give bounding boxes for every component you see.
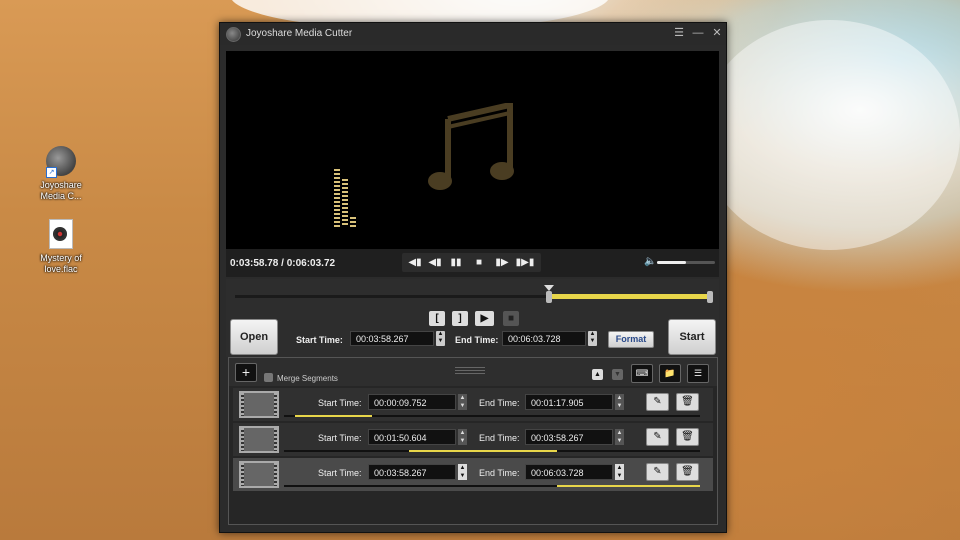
playback-bar: 0:03:58.78 / 0:06:03.72 ◀▮ ◀▮ ▮▮ ■ ▮▶ ▮▶… [226, 249, 719, 277]
app-logo-icon [226, 27, 241, 42]
app-window: Joyoshare Media Cutter ☰ — ✕ 0:03:58.78 … [219, 22, 727, 533]
selection-end-handle[interactable] [707, 291, 713, 303]
video-preview[interactable] [226, 51, 719, 249]
segment-start-input[interactable]: 00:03:58.267 [368, 464, 456, 480]
open-button[interactable]: Open [230, 319, 278, 355]
segment-thumbnail [239, 426, 279, 453]
delete-segment-icon[interactable]: 🗑 [676, 393, 699, 411]
pause-button[interactable]: ▮▮ [448, 255, 464, 270]
panel-grip-icon[interactable] [455, 367, 485, 376]
segment-start-spinner[interactable]: ▲ ▼ [458, 394, 467, 410]
format-button[interactable]: Format [608, 331, 654, 348]
segment-end-label: End Time: [479, 398, 520, 408]
segment-end-spinner[interactable]: ▲ ▼ [615, 464, 624, 480]
mark-out-button[interactable]: ] [452, 311, 468, 326]
start-time-input[interactable]: 00:03:58.267 [350, 331, 434, 346]
edit-segment-icon[interactable]: ✎ [646, 428, 669, 446]
subtitle-icon[interactable]: ⌨ [631, 364, 653, 383]
app-icon: ↗ [46, 146, 76, 178]
segment-start-label: Start Time: [318, 468, 362, 478]
prev-frame-button[interactable]: ◀▮ [407, 255, 423, 270]
end-time-label: End Time: [455, 335, 499, 345]
start-time-label: Start Time: [296, 335, 343, 345]
segment-end-input[interactable]: 00:01:17.905 [525, 394, 613, 410]
segment-start-label: Start Time: [318, 433, 362, 443]
music-note-icon [428, 103, 514, 190]
desktop-icon-label: Mystery of [40, 253, 82, 263]
segment-end-spinner[interactable]: ▲ ▼ [615, 394, 624, 410]
delete-segment-icon[interactable]: 🗑 [676, 463, 699, 481]
segments-header: + Merge Segments ▲ ▼ ⌨ 📁 ☰ [229, 358, 717, 386]
segment-end-spinner[interactable]: ▲ ▼ [615, 429, 624, 445]
desktop-icon-joyoshare[interactable]: ↗ Joyoshare Media C... [31, 146, 91, 202]
segment-end-label: End Time: [479, 468, 520, 478]
segment-end-input[interactable]: 00:03:58.267 [525, 429, 613, 445]
mark-in-button[interactable]: [ [429, 311, 445, 326]
start-time-spinner[interactable]: ▲ ▼ [436, 331, 445, 346]
desktop-icon-label: Joyoshare [40, 180, 82, 190]
end-time-spinner[interactable]: ▲ ▼ [588, 331, 597, 346]
window-title: Joyoshare Media Cutter [246, 28, 353, 39]
stop-button[interactable]: ■ [471, 255, 487, 270]
segment-start-spinner[interactable]: ▲ ▼ [458, 464, 467, 480]
segment-row[interactable]: Start Time: 00:00:09.752 ▲ ▼ End Time: 00:01:… [233, 388, 713, 421]
segment-thumbnail [239, 391, 279, 418]
transport-controls: ◀▮ ◀▮ ▮▮ ■ ▮▶ ▮▶▮ [402, 253, 541, 272]
segments-panel: + Merge Segments ▲ ▼ ⌨ 📁 ☰ Start Time: 00… [228, 357, 718, 525]
segment-end-input[interactable]: 00:06:03.728 [525, 464, 613, 480]
segment-row[interactable]: Start Time: 00:03:58.267 ▲ ▼ End Time: 00:06:… [233, 458, 713, 491]
segment-start-input[interactable]: 00:00:09.752 [368, 394, 456, 410]
merge-segments-checkbox[interactable] [264, 373, 273, 382]
desktop-icon-label: Media C... [40, 191, 82, 201]
segment-range-bar [295, 415, 373, 417]
edit-segment-icon[interactable]: ✎ [646, 393, 669, 411]
cut-panel: [ ] ▶ ■ Open Start Start Time: 00:03:58.… [226, 279, 719, 357]
segment-range-bar [557, 485, 700, 487]
playback-timecode: 0:03:58.78 / 0:06:03.72 [230, 258, 336, 269]
selection-start-handle[interactable] [546, 291, 553, 303]
move-up-icon[interactable]: ▲ [592, 369, 603, 380]
segment-end-label: End Time: [479, 433, 520, 443]
play-segment-button[interactable]: ▶ [475, 311, 494, 326]
close-button[interactable]: ✕ [710, 26, 724, 40]
end-time-input[interactable]: 00:06:03.728 [502, 331, 586, 346]
desktop-icon-music-file[interactable]: Mystery of love.flac [31, 219, 91, 275]
disc-icon [53, 227, 67, 241]
segment-range-bar [409, 450, 558, 452]
music-file-icon [49, 219, 73, 249]
segment-thumbnail [239, 461, 279, 488]
minimize-button[interactable]: — [691, 26, 705, 40]
add-segment-button[interactable]: + [235, 363, 257, 382]
stop-segment-button[interactable]: ■ [503, 311, 519, 326]
volume-level [657, 261, 686, 264]
segment-start-spinner[interactable]: ▲ ▼ [458, 429, 467, 445]
shortcut-arrow-icon: ↗ [46, 167, 57, 178]
wave-foam [700, 20, 960, 250]
segment-start-input[interactable]: 00:01:50.604 [368, 429, 456, 445]
edit-segment-icon[interactable]: ✎ [646, 463, 669, 481]
merge-segments-label: Merge Segments [277, 374, 338, 383]
menu-button[interactable]: ☰ [672, 26, 686, 40]
step-forward-button[interactable]: ▮▶ [494, 255, 510, 270]
delete-segment-icon[interactable]: 🗑 [676, 428, 699, 446]
list-menu-icon[interactable]: ☰ [687, 364, 709, 383]
timeline-selection[interactable] [549, 294, 713, 299]
segment-start-label: Start Time: [318, 398, 362, 408]
step-back-button[interactable]: ◀▮ [427, 255, 443, 270]
output-folder-icon[interactable]: 📁 [659, 364, 681, 383]
start-button[interactable]: Start [668, 319, 716, 355]
volume-icon[interactable]: 🔈 [644, 256, 656, 267]
desktop-icon-label: love.flac [44, 264, 78, 274]
title-bar[interactable]: Joyoshare Media Cutter ☰ — ✕ [220, 23, 726, 45]
next-frame-button[interactable]: ▮▶▮ [514, 255, 536, 270]
move-down-icon[interactable]: ▼ [612, 369, 623, 380]
segment-row[interactable]: Start Time: 00:01:50.604 ▲ ▼ End Time: 00:03:… [233, 423, 713, 456]
